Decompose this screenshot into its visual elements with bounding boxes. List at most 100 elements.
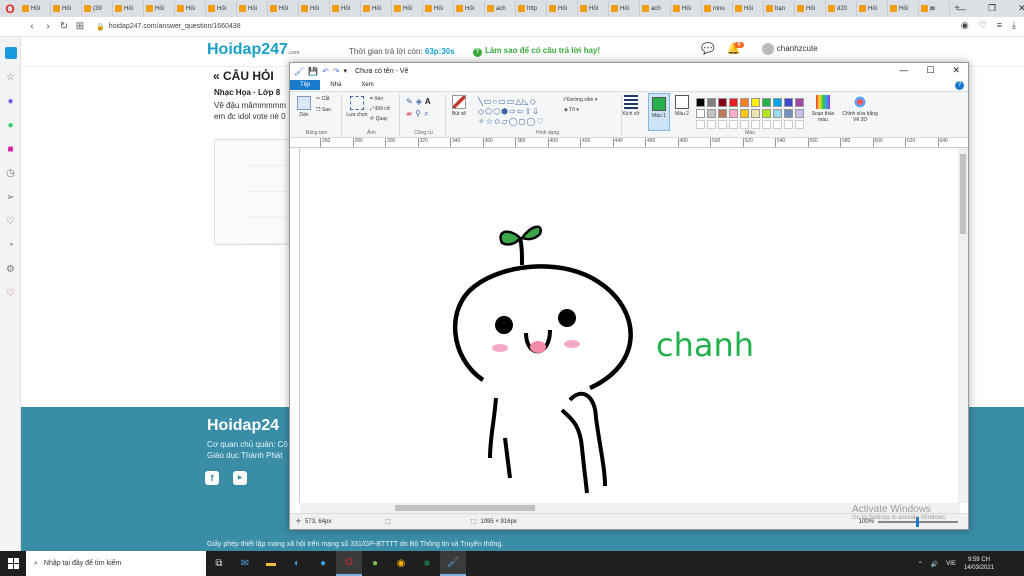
color1-button[interactable]: Màu 1 — [648, 93, 670, 131]
color-picker-icon[interactable]: ⚲ — [415, 109, 424, 118]
bell-icon[interactable]: 🔔4 — [727, 42, 750, 55]
app-icon[interactable]: ● — [362, 551, 388, 576]
taskbar-search-box[interactable]: ⌕ Nhập tại đây để tìm kiếm — [26, 551, 206, 576]
browser-tab[interactable]: Hỏi — [175, 1, 206, 16]
maximize-icon[interactable]: ❐ — [988, 3, 996, 14]
paint-maximize-icon[interactable]: ☐ — [926, 65, 934, 76]
task-view-icon[interactable]: ⧉ — [206, 551, 232, 576]
tab-file[interactable]: Tệp — [290, 80, 321, 90]
palette-swatch[interactable] — [696, 109, 705, 118]
palette-swatch[interactable] — [762, 109, 771, 118]
browser-tab[interactable]: Hỏi — [268, 1, 299, 16]
url-field[interactable]: 🔒 hoidap247.com/answer_question/1660438 — [96, 23, 241, 31]
custom-color-slot[interactable] — [696, 120, 705, 129]
zoom-app-icon[interactable]: ● — [310, 551, 336, 576]
resize-button[interactable]: ⤢ Đổi cỡ — [370, 106, 390, 112]
browser-tab[interactable]: Hỏi — [795, 1, 826, 16]
home-icon[interactable] — [0, 41, 21, 65]
palette-swatch[interactable] — [751, 109, 760, 118]
user-menu[interactable]: chanhzcute — [761, 42, 818, 55]
undo-icon[interactable]: ↶ — [322, 67, 329, 76]
paint3d-button[interactable]: Chỉnh sửa bằng Vẽ 3D — [842, 95, 878, 123]
palette-swatch[interactable] — [784, 98, 793, 107]
clock[interactable]: 9:59 CH 14/03/2021 — [964, 556, 994, 572]
youtube-icon[interactable]: ▶ — [233, 471, 247, 485]
reload-icon[interactable]: ↻ — [56, 21, 72, 32]
browser-tab[interactable]: (39 — [82, 1, 113, 16]
browser-tab[interactable]: Hỏi — [51, 1, 82, 16]
custom-color-slot[interactable] — [762, 120, 771, 129]
palette-swatch[interactable] — [707, 109, 716, 118]
palette-swatch[interactable] — [740, 98, 749, 107]
camera-icon[interactable]: ◉ — [961, 20, 969, 31]
browser-tab[interactable]: Hỏi — [888, 1, 919, 16]
customize-quick-access-icon[interactable]: ▾ — [344, 67, 348, 75]
crop-button[interactable]: ⌗ Xén — [370, 96, 383, 102]
browser-tab[interactable]: ach — [485, 1, 516, 16]
browser-tab[interactable]: Hỏi — [206, 1, 237, 16]
vertical-scroll-thumb[interactable] — [960, 154, 966, 234]
browser-tab[interactable]: Hỏi — [299, 1, 330, 16]
browser-tab[interactable]: Hỏi — [20, 1, 51, 16]
browser-tab[interactable]: Hỏi — [330, 1, 361, 16]
whatsapp-icon[interactable]: ● — [0, 113, 21, 137]
paint-close-icon[interactable]: ✕ — [952, 65, 960, 76]
palette-swatch[interactable] — [740, 109, 749, 118]
language-indicator[interactable]: VIE — [946, 561, 956, 567]
vertical-scrollbar[interactable] — [958, 148, 968, 503]
fill-bucket-icon[interactable]: ◈ — [416, 97, 425, 106]
edge-icon[interactable]: ◐ — [284, 551, 310, 576]
palette-swatch[interactable] — [718, 98, 727, 107]
palette-swatch[interactable] — [773, 109, 782, 118]
custom-color-slot[interactable] — [729, 120, 738, 129]
text-icon[interactable]: A — [425, 97, 434, 106]
footer-logo[interactable]: Hoidap24 — [207, 417, 279, 435]
browser-tab[interactable]: Hỏi — [547, 1, 578, 16]
custom-color-slot[interactable] — [784, 120, 793, 129]
pencil-icon[interactable]: ✎ — [406, 97, 416, 106]
rotate-button[interactable]: ⟳ Quay — [370, 116, 388, 122]
redo-icon[interactable]: ↷ — [333, 67, 340, 76]
browser-tab[interactable]: Hỏi — [423, 1, 454, 16]
clock-icon[interactable]: ◔ — [0, 233, 21, 257]
size-button[interactable]: Kích cỡ — [622, 95, 640, 117]
attached-image-thumbnail[interactable] — [214, 139, 294, 245]
messenger-icon[interactable]: ● — [0, 89, 21, 113]
palette-swatch[interactable] — [696, 98, 705, 107]
custom-color-slot[interactable] — [740, 120, 749, 129]
chat-icon[interactable]: 💬 — [701, 42, 715, 55]
horizontal-scroll-thumb[interactable] — [395, 505, 535, 511]
palette-swatch[interactable] — [784, 109, 793, 118]
custom-color-slot[interactable] — [718, 120, 727, 129]
menu-icon[interactable]: ≡ — [997, 20, 1002, 31]
browser-tab[interactable]: d20 — [826, 1, 857, 16]
chrome-icon[interactable]: ◉ — [388, 551, 414, 576]
copy-button[interactable]: ❐ Sao — [316, 107, 331, 113]
paste-button[interactable]: Dán — [294, 96, 314, 118]
brush-button[interactable]: Bút vẽ — [448, 95, 470, 117]
drawing-canvas[interactable]: chanh — [300, 148, 960, 503]
help-icon[interactable]: ? — [955, 81, 964, 90]
browser-tab[interactable]: Hỏi — [392, 1, 423, 16]
browser-tab[interactable]: http — [516, 1, 547, 16]
answer-hint-link[interactable]: ? Làm sao để có câu trả lời hay! — [473, 46, 600, 57]
browser-tab[interactable]: bạn — [764, 1, 795, 16]
opera-logo-icon[interactable]: O — [0, 0, 20, 17]
minimize-icon[interactable]: — — [957, 4, 966, 14]
shapes-gallery[interactable]: ╲▭○▭▭△◺◇ ◇⬠⬡⬢⇨⇦⇧⇩ ✧☆✩▱◯◻◯♡ — [478, 97, 558, 127]
select-button[interactable]: Lựa chọn — [346, 96, 368, 118]
browser-tab[interactable]: Hỏi — [733, 1, 764, 16]
browser-tab[interactable]: mnu — [702, 1, 733, 16]
settings-icon[interactable]: ⚙ — [0, 257, 21, 281]
send-icon[interactable]: ➢ — [0, 185, 21, 209]
fill-button[interactable]: ◈ Tô ▾ — [564, 107, 579, 113]
browser-tab[interactable]: Hỏi — [857, 1, 888, 16]
history-icon[interactable]: ◷ — [0, 161, 21, 185]
palette-swatch[interactable] — [729, 109, 738, 118]
mail-icon[interactable]: ✉ — [232, 551, 258, 576]
palette-swatch[interactable] — [718, 109, 727, 118]
palette-swatch[interactable] — [773, 98, 782, 107]
back-icon[interactable]: ‹ — [24, 21, 40, 32]
excel-icon[interactable]: ■ — [414, 551, 440, 576]
instagram-icon[interactable]: ■ — [0, 137, 21, 161]
